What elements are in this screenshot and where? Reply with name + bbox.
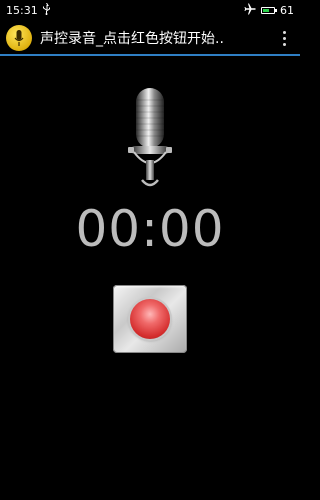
status-left: 15:31: [6, 2, 51, 18]
recording-timer: 00:00: [75, 200, 225, 258]
battery-icon: [261, 6, 277, 14]
menu-dot: [282, 42, 286, 46]
battery-percent: 61: [280, 3, 294, 17]
usb-icon: [42, 2, 51, 18]
menu-dot: [282, 36, 286, 40]
overflow-menu-icon[interactable]: [276, 25, 292, 51]
status-right: 61: [244, 3, 294, 18]
battery-level: [263, 8, 269, 12]
app-screen: 15:31 61 声控录音_点击红色按钮开始.. 00:00: [0, 0, 300, 500]
microphone-icon: [120, 86, 180, 191]
microphone-app-icon[interactable]: [6, 25, 32, 51]
app-title: 声控录音_点击红色按钮开始..: [40, 31, 224, 47]
status-time: 15:31: [6, 3, 38, 17]
record-icon: [130, 299, 170, 339]
menu-dot: [282, 30, 286, 34]
airplane-icon: [244, 3, 256, 18]
action-bar: 声控录音_点击红色按钮开始..: [0, 22, 300, 56]
status-bar: 15:31 61: [0, 0, 300, 20]
record-button[interactable]: [113, 285, 187, 353]
